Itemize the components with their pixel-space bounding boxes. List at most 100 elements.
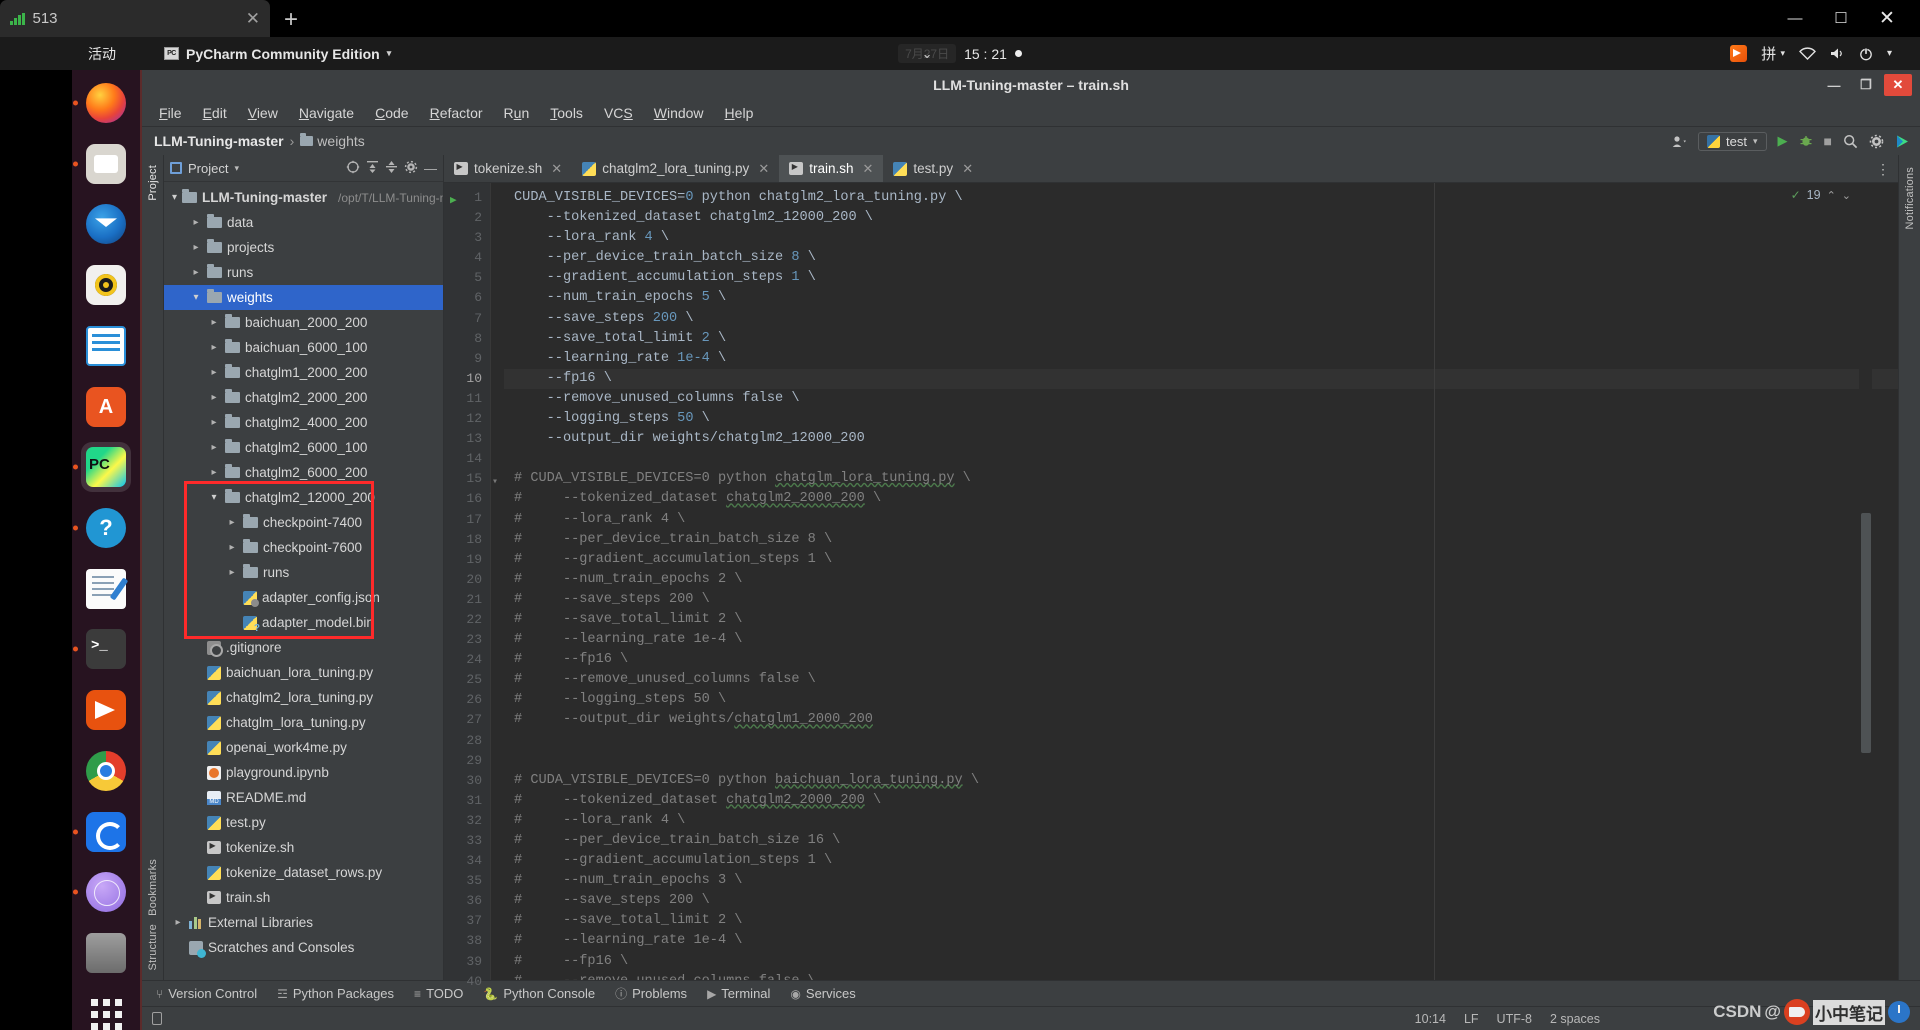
maximize-button[interactable]: ☐	[1818, 2, 1864, 34]
code-line[interactable]: --tokenized_dataset chatglm2_12000_200 \	[504, 208, 1898, 228]
tree-item-adapter-config-json[interactable]: adapter_config.json	[164, 585, 443, 610]
code-line[interactable]: # --gradient_accumulation_steps 1 \	[504, 851, 1898, 871]
code-line[interactable]	[504, 731, 1898, 751]
code-line[interactable]: --output_dir weights/chatglm2_12000_200	[504, 429, 1898, 449]
window-minimize-button[interactable]: —	[1820, 74, 1848, 96]
wifi-icon[interactable]	[1799, 47, 1816, 60]
code-line[interactable]: --num_train_epochs 5 \	[504, 288, 1898, 308]
tree-item-tokenize-sh[interactable]: tokenize.sh	[164, 835, 443, 860]
chevron-down-icon[interactable]: ▾	[1887, 48, 1892, 59]
stop-icon[interactable]: ■	[1824, 133, 1832, 149]
tool-window-python-console[interactable]: 🐍 Python Console	[483, 986, 595, 1001]
dock-item-terminal[interactable]	[73, 625, 131, 675]
tree-item-adapter-model-bin[interactable]: adapter_model.bin	[164, 610, 443, 635]
close-icon[interactable]: ✕	[962, 161, 973, 177]
tree-item-weights[interactable]: ▾ weights	[164, 285, 443, 310]
code-line[interactable]: --save_total_limit 2 \	[504, 329, 1898, 349]
code-line[interactable]: # --fp16 \	[504, 650, 1898, 670]
tree-item-chatglm2-12000-200[interactable]: ▾ chatglm2_12000_200	[164, 485, 443, 510]
menu-item-vcs[interactable]: VCS	[595, 102, 642, 124]
chevron-right-icon[interactable]: ▸	[208, 342, 220, 353]
code-line[interactable]: --remove_unused_columns false \	[504, 389, 1898, 409]
ime-indicator[interactable]: 拼 ▾	[1761, 43, 1785, 64]
dock-item-trash[interactable]	[81, 928, 131, 978]
code-line[interactable]: # --tokenized_dataset chatglm2_2000_200 …	[504, 791, 1898, 811]
tool-window-terminal[interactable]: ▶ Terminal	[707, 986, 770, 1001]
window-maximize-button[interactable]: ❐	[1852, 74, 1880, 96]
show-applications-button[interactable]	[90, 999, 122, 1030]
dock-item-writer[interactable]	[81, 321, 131, 371]
chevron-right-icon[interactable]: ▸	[208, 467, 220, 478]
menu-item-edit[interactable]: Edit	[194, 102, 236, 124]
dock-item-video-player[interactable]	[81, 685, 131, 735]
chevron-right-icon[interactable]: ▸	[226, 567, 238, 578]
tree-item-baichuan-6000-100[interactable]: ▸ baichuan_6000_100	[164, 335, 443, 360]
menu-item-navigate[interactable]: Navigate	[290, 102, 363, 124]
code-line[interactable]: --learning_rate 1e-4 \	[504, 349, 1898, 369]
chevron-right-icon[interactable]: ▸	[226, 517, 238, 528]
tree-item-chatglm1-2000-200[interactable]: ▸ chatglm1_2000_200	[164, 360, 443, 385]
dock-item-chrome[interactable]	[81, 746, 131, 796]
menu-item-run[interactable]: Run	[495, 102, 539, 124]
code-line[interactable]: # --tokenized_dataset chatglm2_2000_200 …	[504, 489, 1898, 509]
code-line[interactable]: # --remove_unused_columns false \	[504, 972, 1898, 980]
dock-item-files[interactable]	[73, 139, 131, 189]
tree-item--gitignore[interactable]: .gitignore	[164, 635, 443, 660]
tree-item-chatglm2-6000-200[interactable]: ▸ chatglm2_6000_200	[164, 460, 443, 485]
gear-icon[interactable]	[1869, 134, 1884, 149]
tree-item-chatglm2-lora-tuning-py[interactable]: chatglm2_lora_tuning.py	[164, 685, 443, 710]
chevron-down-icon[interactable]: ▾	[172, 192, 177, 203]
code-line[interactable]: --per_device_train_batch_size 8 \	[504, 248, 1898, 268]
tree-item-chatglm2-2000-200[interactable]: ▸ chatglm2_2000_200	[164, 385, 443, 410]
tree-item-chatglm-lora-tuning-py[interactable]: chatglm_lora_tuning.py	[164, 710, 443, 735]
chevron-right-icon[interactable]: ▸	[172, 917, 184, 928]
code-line[interactable]: # CUDA_VISIBLE_DEVICES=0 python chatglm_…	[504, 469, 1898, 489]
chevron-right-icon[interactable]: ▸	[226, 542, 238, 553]
tree-item-playground-ipynb[interactable]: playground.ipynb	[164, 760, 443, 785]
window-close-button[interactable]: ✕	[1884, 74, 1912, 96]
rail-item-project[interactable]: Project	[147, 161, 159, 205]
tool-window-services[interactable]: ◉ Services	[790, 986, 855, 1001]
dock-item-firefox[interactable]	[73, 78, 131, 128]
tabs-more-icon[interactable]: ⋮	[1876, 155, 1890, 183]
tree-item-baichuan-lora-tuning-py[interactable]: baichuan_lora_tuning.py	[164, 660, 443, 685]
collapse-all-icon[interactable]	[385, 160, 398, 177]
indent-setting[interactable]: 2 spaces	[1550, 1012, 1600, 1026]
code-line[interactable]: # --learning_rate 1e-4 \	[504, 630, 1898, 650]
editor-tab-chatglm2-lora-tuning-py[interactable]: chatglm2_lora_tuning.py ✕	[572, 155, 779, 182]
tree-item-runs[interactable]: ▸ runs	[164, 560, 443, 585]
menu-item-code[interactable]: Code	[366, 102, 417, 124]
code-line[interactable]: # --fp16 \	[504, 952, 1898, 972]
dock-item-software[interactable]	[81, 382, 131, 432]
tree-item-checkpoint-7400[interactable]: ▸ checkpoint-7400	[164, 510, 443, 535]
debug-icon[interactable]	[1799, 134, 1813, 148]
rail-item-structure[interactable]: Structure	[147, 920, 159, 974]
tree-item-test-py[interactable]: test.py	[164, 810, 443, 835]
code-line[interactable]: # --learning_rate 1e-4 \	[504, 931, 1898, 951]
fold-region-icon[interactable]: ▾	[492, 473, 498, 493]
tree-item-train-sh[interactable]: train.sh	[164, 885, 443, 910]
menu-item-view[interactable]: View	[239, 102, 287, 124]
hide-icon[interactable]: —	[424, 161, 437, 176]
editor-scrollbar-thumb[interactable]	[1861, 513, 1871, 753]
breadcrumb-root[interactable]: LLM-Tuning-master	[154, 133, 284, 149]
tree-item-data[interactable]: ▸ data	[164, 210, 443, 235]
breadcrumb-weights[interactable]: weights	[300, 133, 365, 149]
code-line[interactable]	[504, 751, 1898, 771]
menu-item-file[interactable]: File	[150, 102, 191, 124]
menu-item-refactor[interactable]: Refactor	[421, 102, 492, 124]
tree-item-tokenize-dataset-rows-py[interactable]: tokenize_dataset_rows.py	[164, 860, 443, 885]
tree-item-openai-work4me-py[interactable]: openai_work4me.py	[164, 735, 443, 760]
outer-tab[interactable]: 513 ✕	[0, 0, 270, 37]
code-line[interactable]: # --remove_unused_columns false \	[504, 670, 1898, 690]
prev-problem-icon[interactable]: ⌃	[1827, 189, 1836, 202]
code-line[interactable]: # CUDA_VISIBLE_DEVICES=0 python baichuan…	[504, 771, 1898, 791]
editor-tab-tokenize-sh[interactable]: tokenize.sh ✕	[444, 155, 572, 182]
inspection-widget[interactable]: ✓ 19 ⌃ ⌄	[1785, 187, 1856, 203]
close-icon[interactable]: ✕	[863, 161, 874, 177]
tree-item-scratches-and-consoles[interactable]: Scratches and Consoles	[164, 935, 443, 960]
code-line[interactable]: # --per_device_train_batch_size 8 \	[504, 530, 1898, 550]
code-text[interactable]: CUDA_VISIBLE_DEVICES=0 python chatglm2_l…	[504, 183, 1898, 980]
code-line[interactable]: # --gradient_accumulation_steps 1 \	[504, 550, 1898, 570]
code-line[interactable]: # --num_train_epochs 2 \	[504, 570, 1898, 590]
